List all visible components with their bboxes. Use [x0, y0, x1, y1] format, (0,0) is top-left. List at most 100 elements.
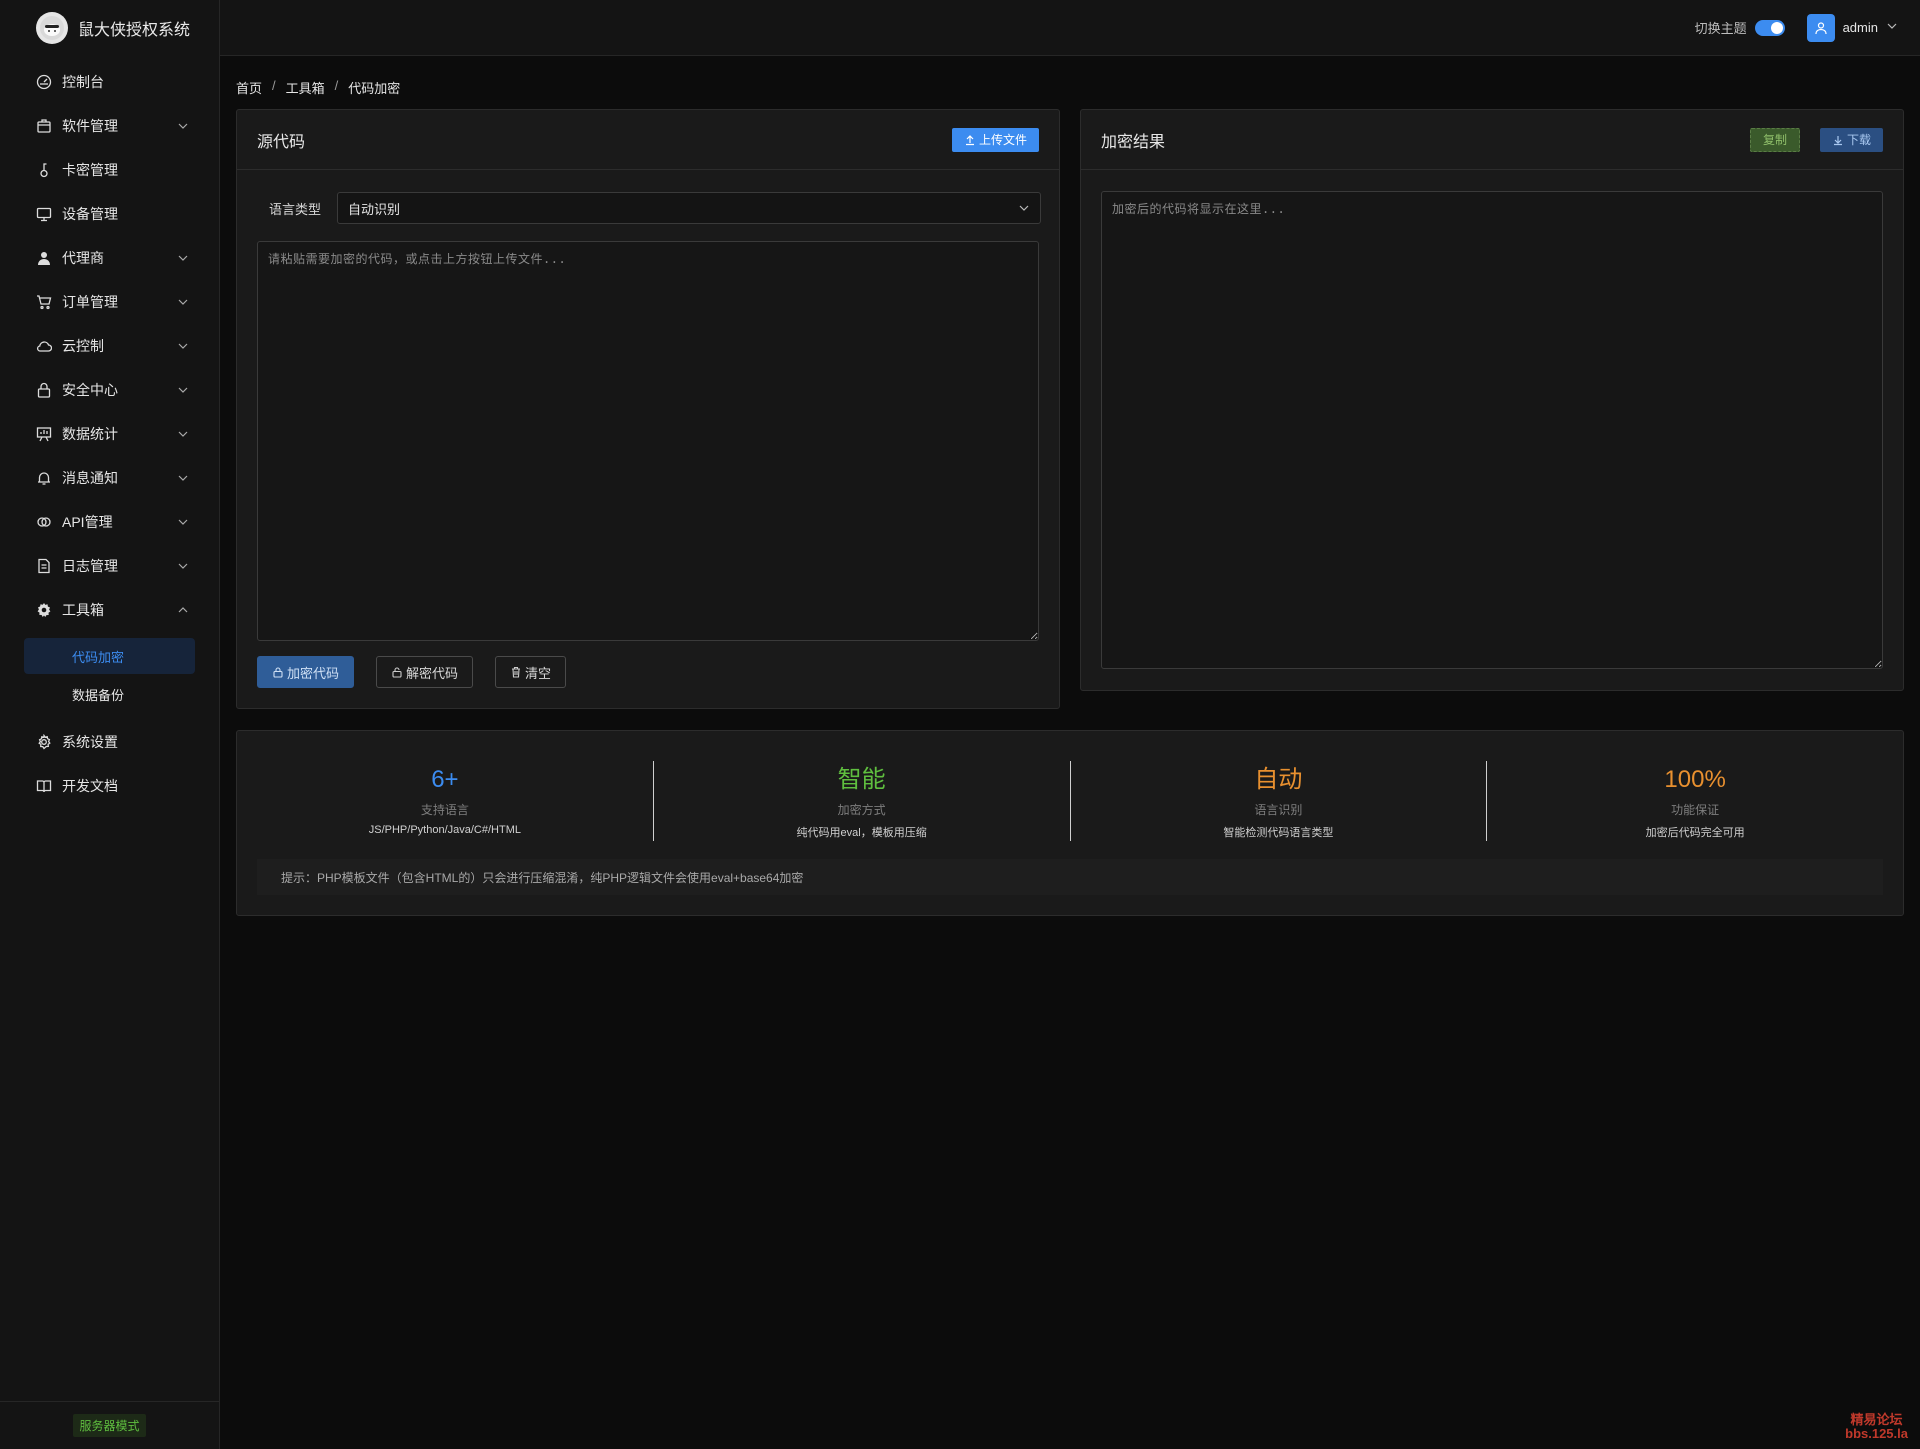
stat-label: 语言识别 [1254, 803, 1303, 817]
sidebar-item-label: 云控制 [62, 338, 104, 354]
sidebar-subitem-data-backup[interactable]: 数据备份 [24, 676, 195, 712]
stat-method: 智能 加密方式 纯代码用eval，模板用压缩 [654, 761, 1071, 841]
stat-detection: 自动 语言识别 智能检测代码语言类型 [1071, 761, 1488, 841]
sidebar-item-label: 控制台 [62, 74, 104, 90]
avatar[interactable] [1806, 13, 1835, 42]
key-icon [36, 162, 52, 178]
language-select[interactable]: 自动识别 [337, 192, 1041, 224]
sidebar-item-software[interactable]: 软件管理 [0, 104, 219, 148]
language-row: 语言类型 自动识别 [257, 192, 1041, 224]
sidebar-item-label: 消息通知 [62, 470, 118, 486]
sidebar-item-security[interactable]: 安全中心 [0, 368, 219, 412]
sidebar-item-cloud[interactable]: 云控制 [0, 324, 219, 368]
lock-icon [273, 667, 283, 678]
brand[interactable]: 鼠大侠授权系统 [0, 0, 219, 56]
sidebar-item-label: API管理 [62, 514, 113, 530]
sidebar-item-agent[interactable]: 代理商 [0, 236, 219, 280]
app-title: 鼠大侠授权系统 [78, 22, 191, 39]
gear-icon [36, 602, 52, 618]
source-panel-header: 源代码 上传文件 [237, 110, 1059, 170]
chevron-down-icon [1019, 205, 1029, 211]
stat-desc: JS/PHP/Python/Java/C#/HTML [368, 824, 521, 836]
dashboard-icon [36, 74, 52, 90]
sidebar-item-label: 代理商 [62, 250, 104, 266]
chevron-up-icon [177, 604, 189, 616]
result-panel-title: 加密结果 [1101, 133, 1166, 151]
document-icon [36, 558, 52, 574]
username[interactable]: admin [1843, 20, 1878, 35]
sidebar-item-dashboard[interactable]: 控制台 [0, 60, 219, 104]
chevron-down-icon [177, 252, 189, 264]
stat-desc: 纯代码用eval，模板用压缩 [796, 827, 927, 839]
clear-button[interactable]: 清空 [495, 656, 567, 688]
breadcrumb-toolbox[interactable]: 工具箱 [286, 78, 325, 97]
toolbox-submenu: 代码加密 数据备份 [0, 632, 219, 720]
clear-label: 清空 [525, 665, 552, 681]
watermark-line: 精易论坛 [1850, 1412, 1903, 1427]
sidebar-item-logs[interactable]: 日志管理 [0, 544, 219, 588]
sidebar-item-notify[interactable]: 消息通知 [0, 456, 219, 500]
copy-button[interactable]: 复制 [1749, 127, 1800, 152]
cart-icon [36, 294, 52, 310]
sidebar-item-label: 设备管理 [62, 206, 118, 222]
sidebar-item-label: 订单管理 [62, 294, 118, 310]
stat-label: 支持语言 [420, 803, 469, 817]
monitor-icon [36, 206, 52, 222]
sidebar-item-toolbox[interactable]: 工具箱 [0, 588, 219, 632]
upload-file-label: 上传文件 [978, 133, 1027, 147]
language-select-value: 自动识别 [348, 201, 401, 217]
language-label: 语言类型 [269, 201, 322, 217]
source-code-input[interactable] [257, 241, 1039, 641]
top-header: 切换主题 admin [220, 0, 1920, 56]
chevron-down-icon [177, 340, 189, 352]
bell-icon [36, 470, 52, 486]
source-panel-title: 源代码 [257, 133, 306, 151]
sidebar-footer: 服务器模式 [0, 1401, 219, 1449]
sidebar-item-label: 软件管理 [62, 118, 118, 134]
theme-toggle[interactable] [1754, 19, 1785, 36]
sidebar-item-orders[interactable]: 订单管理 [0, 280, 219, 324]
settings-icon [36, 734, 52, 750]
result-panel: 加密结果 复制 下载 [1080, 109, 1904, 691]
sidebar-item-stats[interactable]: 数据统计 [0, 412, 219, 456]
stats-row: 6+ 支持语言 JS/PHP/Python/Java/C#/HTML 智能 加密… [237, 761, 1903, 841]
chevron-down-icon [177, 120, 189, 132]
sidebar-item-cardkey[interactable]: 卡密管理 [0, 148, 219, 192]
chevron-down-icon [177, 296, 189, 308]
download-label: 下载 [1846, 133, 1871, 147]
sidebar-item-docs[interactable]: 开发文档 [0, 764, 219, 808]
sidebar-item-label: 工具箱 [62, 602, 104, 618]
chart-board-icon [36, 426, 52, 442]
cloud-icon [36, 338, 52, 354]
result-code-output[interactable] [1101, 191, 1883, 669]
result-actions: 复制 下载 [1749, 127, 1883, 152]
server-mode-badge: 服务器模式 [73, 1414, 146, 1437]
breadcrumb-home[interactable]: 首页 [236, 78, 262, 97]
download-button[interactable]: 下载 [1819, 127, 1883, 152]
sidebar-item-api[interactable]: API管理 [0, 500, 219, 544]
lock-icon [36, 382, 52, 398]
chevron-down-icon [177, 472, 189, 484]
chevron-down-icon[interactable] [1886, 19, 1898, 37]
stat-value: 6+ [431, 766, 459, 793]
sidebar: 鼠大侠授权系统 控制台 软件管理 卡密管理 设备管理 代理商 订单管理 云控制 … [0, 0, 220, 1449]
stat-desc: 加密后代码完全可用 [1645, 827, 1745, 839]
copy-label: 复制 [1762, 133, 1787, 147]
sidebar-item-devices[interactable]: 设备管理 [0, 192, 219, 236]
sidebar-item-label: 卡密管理 [62, 162, 118, 178]
sidebar-subitem-label: 代码加密 [72, 649, 125, 665]
decrypt-button[interactable]: 解密代码 [376, 656, 474, 688]
source-code-panel: 源代码 上传文件 语言类型 自动识别 加密代码 解密代码 清空 [236, 109, 1060, 709]
breadcrumb-separator: / [334, 78, 339, 93]
stat-value: 自动 [1254, 766, 1303, 793]
encrypt-button[interactable]: 加密代码 [257, 656, 355, 688]
theme-switch-label: 切换主题 [1694, 21, 1747, 36]
upload-file-button[interactable]: 上传文件 [951, 127, 1039, 152]
book-icon [36, 778, 52, 794]
sidebar-item-label: 系统设置 [62, 734, 118, 750]
sidebar-menu: 控制台 软件管理 卡密管理 设备管理 代理商 订单管理 云控制 安全中心 数据统… [0, 60, 219, 808]
sidebar-item-label: 数据统计 [62, 426, 118, 442]
sidebar-item-settings[interactable]: 系统设置 [0, 720, 219, 764]
sidebar-subitem-code-encrypt[interactable]: 代码加密 [24, 638, 195, 674]
chevron-down-icon [177, 428, 189, 440]
